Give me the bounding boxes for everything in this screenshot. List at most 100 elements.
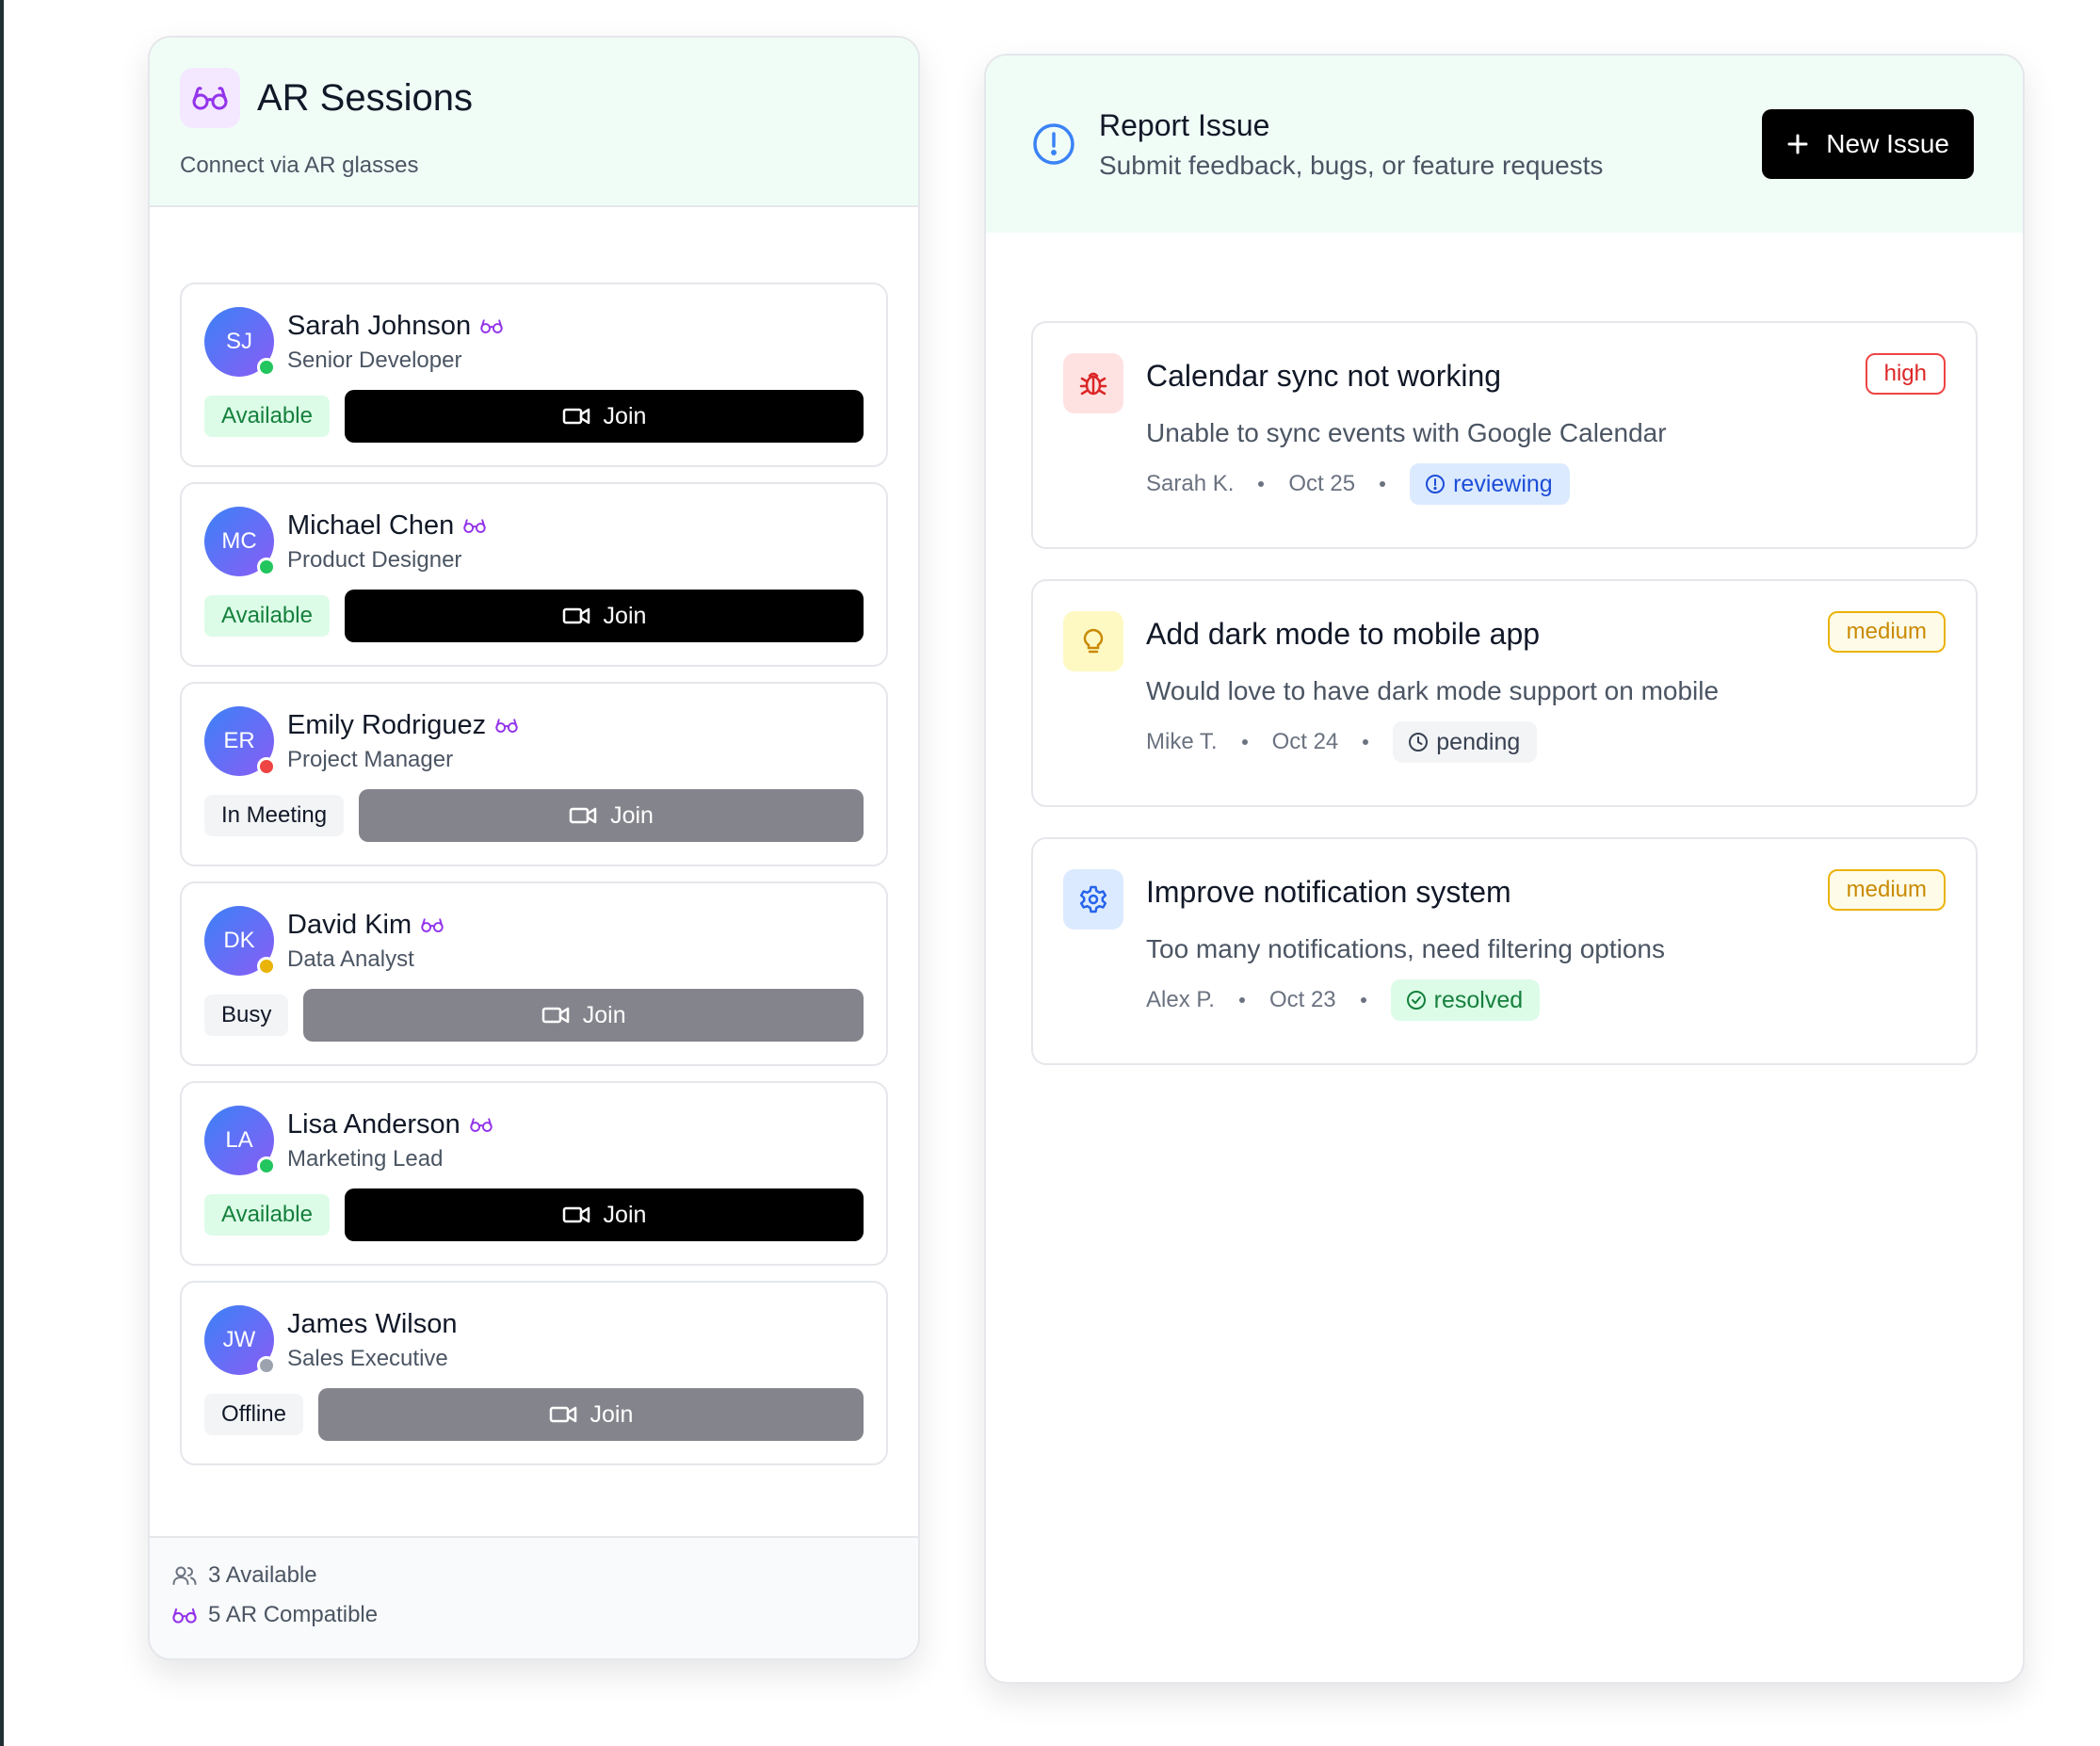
issue-author: Sarah K.	[1146, 471, 1235, 496]
person-role: Sales Executive	[287, 1345, 448, 1371]
join-button[interactable]: Join	[344, 390, 864, 443]
priority-badge: medium	[1827, 869, 1946, 911]
status-dot-available	[257, 558, 276, 576]
ar-glasses-icon	[495, 719, 518, 733]
join-label: Join	[603, 1201, 647, 1228]
avatar: DK	[204, 906, 276, 976]
issue-description: Unable to sync events with Google Calend…	[1146, 418, 1667, 447]
join-button[interactable]: Join	[359, 789, 864, 842]
avatar: JW	[204, 1305, 276, 1375]
status-badge: Offline	[204, 1394, 303, 1435]
issue-title: Improve notification system	[1146, 875, 1511, 909]
plus-icon	[1787, 134, 1808, 154]
person-name: Michael Chen	[287, 509, 455, 541]
status-badge: Available	[204, 396, 330, 437]
report-issue-subtitle: Submit feedback, bugs, or feature reques…	[1099, 150, 1604, 180]
status-dot-busy	[257, 957, 276, 976]
issue-date: Oct 25	[1288, 471, 1356, 496]
new-issue-button[interactable]: New Issue	[1762, 109, 1974, 179]
status-dot-offline	[257, 1356, 276, 1375]
person-name: Sarah Johnson	[287, 310, 472, 341]
status-badge: Busy	[204, 994, 289, 1036]
join-label: Join	[603, 402, 647, 429]
ar-sessions-footer: 3 Available 5 AR Compatible	[150, 1536, 918, 1658]
separator-dot	[1241, 739, 1248, 745]
users-icon	[172, 1566, 197, 1585]
avatar-initials: DK	[223, 928, 255, 953]
issue-status-label: pending	[1436, 728, 1521, 755]
avatar: MC	[204, 507, 276, 576]
ar-sessions-subtitle: Connect via AR glasses	[180, 153, 419, 178]
status-badge: Available	[204, 595, 330, 637]
issue-card[interactable]: Calendar sync not working Unable to sync…	[1031, 321, 1978, 549]
ar-sessions-title: AR Sessions	[257, 76, 473, 119]
issue-title: Calendar sync not working	[1146, 359, 1502, 393]
video-camera-icon	[541, 1007, 569, 1024]
avatar: ER	[204, 706, 276, 776]
status-badge: Available	[204, 1194, 330, 1236]
person-card: SJ Sarah Johnson Senior Developer Availa…	[180, 283, 888, 467]
window-edge	[0, 0, 4, 1746]
report-issue-panel: Report Issue Submit feedback, bugs, or f…	[984, 54, 2025, 1684]
join-button[interactable]: Join	[344, 1188, 864, 1241]
page: AR Sessions Connect via AR glasses SJ Sa…	[0, 0, 2100, 1746]
new-issue-label: New Issue	[1826, 129, 1949, 158]
person-name: David Kim	[287, 909, 412, 940]
gear-icon	[1063, 869, 1123, 930]
person-role: Project Manager	[287, 746, 454, 772]
ar-glasses-icon	[463, 519, 487, 533]
avatar-initials: JW	[222, 1327, 256, 1352]
issue-description: Too many notifications, need filtering o…	[1146, 934, 1665, 963]
issue-date: Oct 24	[1271, 729, 1339, 754]
lightbulb-icon	[1063, 611, 1123, 671]
status-dot-in-meeting	[257, 757, 276, 776]
video-camera-icon	[569, 807, 597, 824]
avatar-initials: ER	[223, 728, 255, 753]
ar-sessions-header: AR Sessions Connect via AR glasses	[150, 38, 918, 207]
issue-description: Would love to have dark mode support on …	[1146, 676, 1720, 705]
person-role: Senior Developer	[287, 347, 462, 373]
ar-sessions-panel: AR Sessions Connect via AR glasses SJ Sa…	[148, 36, 920, 1660]
separator-dot	[1380, 481, 1386, 487]
issue-title: Add dark mode to mobile app	[1146, 617, 1541, 651]
issue-card[interactable]: Add dark mode to mobile app Would love t…	[1031, 579, 1978, 807]
join-button[interactable]: Join	[303, 989, 864, 1042]
status-badge: In Meeting	[204, 795, 345, 836]
person-name: James Wilson	[287, 1308, 458, 1339]
report-issue-header: Report Issue Submit feedback, bugs, or f…	[986, 56, 2023, 233]
ar-glasses-icon	[180, 68, 240, 128]
join-button[interactable]: Join	[344, 590, 864, 642]
issue-date: Oct 23	[1268, 987, 1336, 1012]
clock-icon	[1409, 733, 1429, 752]
issue-status-badge: reviewing	[1410, 463, 1570, 505]
separator-dot	[1238, 997, 1245, 1003]
issue-author: Alex P.	[1146, 987, 1215, 1012]
avatar-initials: MC	[221, 528, 257, 554]
avatar-initials: SJ	[225, 329, 252, 354]
issue-card[interactable]: Improve notification system Too many not…	[1031, 837, 1978, 1065]
join-label: Join	[590, 1400, 634, 1428]
issue-author: Mike T.	[1146, 729, 1218, 754]
issue-status-label: reviewing	[1453, 470, 1553, 497]
priority-badge: medium	[1827, 611, 1946, 653]
issue-status-badge: pending	[1393, 721, 1538, 763]
available-count: 3 Available	[208, 1562, 317, 1588]
issue-list: Calendar sync not working Unable to sync…	[986, 233, 2023, 1065]
person-name: Lisa Anderson	[287, 1108, 460, 1140]
video-camera-icon	[562, 607, 590, 624]
report-issue-title: Report Issue	[1099, 107, 1270, 142]
person-card: ER Emily Rodriguez Project Manager In Me…	[180, 682, 888, 866]
issue-status-label: resolved	[1433, 986, 1524, 1013]
ar-glasses-icon	[480, 319, 503, 333]
alert-circle-icon	[1426, 475, 1446, 493]
bug-icon	[1063, 353, 1123, 413]
issue-status-badge: resolved	[1390, 979, 1541, 1021]
join-button[interactable]: Join	[317, 1388, 864, 1441]
person-card: DK David Kim Data Analyst Busy Join	[180, 881, 888, 1066]
ar-glasses-icon	[470, 1118, 493, 1132]
person-card: JW James Wilson Sales Executive Offline …	[180, 1281, 888, 1465]
person-card: MC Michael Chen Product Designer Availab…	[180, 482, 888, 667]
avatar: SJ	[204, 307, 276, 377]
person-name: Emily Rodriguez	[287, 709, 487, 740]
avatar: LA	[204, 1106, 276, 1175]
